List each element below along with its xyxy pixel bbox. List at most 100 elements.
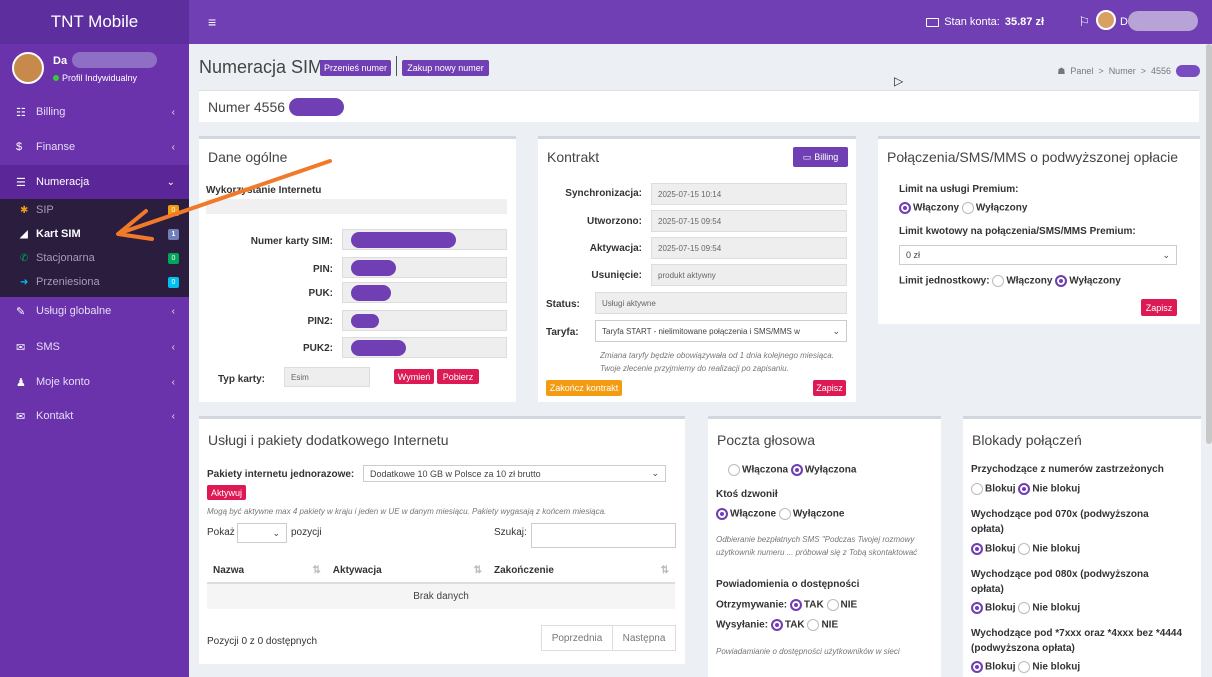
user-avatar[interactable] <box>1096 10 1116 30</box>
breadcrumb-panel[interactable]: Panel <box>1070 66 1093 76</box>
premium-services-box: Połączenia/SMS/MMS o podwyższonej opłaci… <box>878 136 1200 324</box>
radio-label: Nie blokuj <box>1032 483 1081 495</box>
wallet-icon <box>926 17 940 27</box>
radio-block[interactable] <box>971 602 983 614</box>
block-item-label: Wychodzące pod 070x (podwyższona opłata) <box>971 509 1149 535</box>
sidebar-subitem-stacjonarna[interactable]: ✆ Stacjonarna 0 <box>0 247 189 269</box>
search-input[interactable] <box>531 523 676 548</box>
replace-card-button[interactable]: Wymień <box>394 369 434 384</box>
mouse-cursor-icon: ▷ <box>894 74 904 88</box>
radio-off[interactable] <box>961 202 974 214</box>
account-balance[interactable]: Stan konta: 35.87 zł <box>926 16 1044 28</box>
sidebar-subitem-sip[interactable]: ✱ SIP 0 <box>0 199 189 221</box>
page-scrollbar[interactable] <box>1206 44 1212 444</box>
sim-number-label: Numer karty SIM: <box>250 236 333 247</box>
radio-noblock[interactable] <box>1018 543 1031 555</box>
pin2-field <box>342 310 507 331</box>
sidebar-item-kontakt[interactable]: ✉ Kontakt ‹ <box>0 399 189 433</box>
subitem-label: Przeniesiona <box>36 276 100 288</box>
radio-on[interactable] <box>992 275 1005 287</box>
user-panel: Da Profil Indywidualny <box>0 44 189 92</box>
prev-page-button[interactable]: Poprzednia <box>541 625 613 651</box>
menu-toggle-icon[interactable]: ≡ <box>208 14 216 30</box>
download-card-button[interactable]: Pobierz <box>437 369 479 384</box>
puk-field <box>342 282 507 303</box>
premium-limit-radios: Włączony Wyłączony <box>899 202 1027 214</box>
sidebar-subitem-kart-sim[interactable]: ◢ Kart SIM 1 <box>0 223 189 245</box>
sidebar-item-finanse[interactable]: $ Finanse ‹ <box>0 130 189 164</box>
sidebar-subitem-przeniesiona[interactable]: ➜ Przeniesiona 0 <box>0 271 189 293</box>
box-title: Poczta głosowa <box>717 432 816 448</box>
credit-card-icon: ▭ <box>802 151 812 162</box>
radio-label: Blokuj <box>985 661 1016 673</box>
radio-on[interactable] <box>899 202 911 214</box>
premium-amount-select[interactable]: 0 zł ⌄ <box>899 245 1177 265</box>
radio-noblock[interactable] <box>1018 483 1031 495</box>
next-page-button[interactable]: Następna <box>612 625 676 651</box>
count-badge: 1 <box>168 228 179 240</box>
radio-no[interactable] <box>826 599 839 611</box>
redacted-number <box>1176 65 1200 77</box>
column-header[interactable]: Aktywacja ⇅ <box>326 559 488 584</box>
brand-logo[interactable]: TNT Mobile <box>0 0 189 44</box>
sidebar-item-uslugi-globalne[interactable]: ✎ Usługi globalne ‹ <box>0 294 189 328</box>
number-header-box: Numer 4556 <box>199 90 1199 122</box>
radio-label: NIE <box>821 619 839 631</box>
radio-noblock[interactable] <box>1018 661 1031 673</box>
puk-label: PUK: <box>308 288 333 299</box>
radio-noblock[interactable] <box>1018 602 1031 614</box>
radio-on[interactable] <box>716 508 728 520</box>
box-title: Blokady połączeń <box>972 432 1082 448</box>
availability-note: Powiadamianie o dostępności użytkowników… <box>716 647 900 656</box>
radio-off[interactable] <box>790 464 803 476</box>
radio-block[interactable] <box>971 543 983 555</box>
save-contract-button[interactable]: Zapisz <box>813 380 846 396</box>
activate-package-button[interactable]: Aktywuj <box>207 485 246 500</box>
block-item-radios: Blokuj Nie blokuj <box>971 602 1080 614</box>
radio-yes[interactable] <box>770 619 783 631</box>
signal-icon: ◢ <box>20 228 28 240</box>
save-premium-button[interactable]: Zapisz <box>1141 299 1177 316</box>
radio-on[interactable] <box>728 464 740 476</box>
packages-select[interactable]: Dodatkowe 10 GB w Polsce za 10 zł brutto… <box>363 465 666 482</box>
redacted-number <box>289 98 344 116</box>
sync-label: Synchronizacja: <box>565 188 642 199</box>
packages-note: Mogą być aktywne max 4 pakiety w kraju i… <box>207 507 607 516</box>
end-contract-button[interactable]: Zakończ kontrakt <box>546 380 622 396</box>
missed-call-radios: Włączone Wyłączone <box>716 508 844 520</box>
redacted-value <box>351 285 391 301</box>
port-number-button[interactable]: Przenieś numer <box>320 60 391 76</box>
created-field: 2025-07-15 09:54 <box>651 210 847 232</box>
sidebar-item-billing[interactable]: ☷ Billing ‹ <box>0 95 189 129</box>
radio-label: TAK <box>784 619 805 631</box>
flag-icon[interactable]: ⚐ <box>1078 14 1090 30</box>
column-header[interactable]: Nazwa ⇅ <box>207 559 327 584</box>
count-badge: 0 <box>168 204 179 216</box>
radio-label: Wyłączony <box>975 202 1028 214</box>
avatar <box>12 52 44 84</box>
breadcrumb-numer[interactable]: Numer <box>1109 66 1136 76</box>
sidebar-item-sms[interactable]: ✉ SMS ‹ <box>0 330 189 364</box>
radio-block[interactable] <box>971 483 983 495</box>
pin-field <box>342 257 507 278</box>
block-item-label: Wychodzące pod *7xxx oraz *4xxx bez *444… <box>971 628 1183 654</box>
tariff-label: Taryfa: <box>546 327 579 338</box>
radio-label: Nie blokuj <box>1032 602 1081 614</box>
show-entries-suffix: pozycji <box>291 527 322 538</box>
radio-no[interactable] <box>807 619 820 631</box>
radio-off[interactable] <box>1055 275 1068 287</box>
sidebar-item-moje-konto[interactable]: ♟ Moje konto ‹ <box>0 365 189 399</box>
radio-off[interactable] <box>778 508 791 520</box>
sidebar-item-numeracja[interactable]: ☰ Numeracja ⌄ <box>0 165 189 199</box>
sidebar-item-label: Finanse <box>36 141 76 153</box>
tariff-select[interactable]: Taryfa START - nielimitowane połączenia … <box>595 320 847 342</box>
radio-block[interactable] <box>971 661 983 673</box>
radio-yes[interactable] <box>789 599 802 611</box>
billing-button[interactable]: ▭ Billing <box>793 147 848 167</box>
redacted-value <box>351 260 396 276</box>
column-header[interactable]: Zakończenie ⇅ <box>487 559 675 584</box>
receive-row: Otrzymywanie: TAK NIE <box>716 599 857 611</box>
main-content: Numeracja SIM Przenieś numer Zakup nowy … <box>189 44 1212 677</box>
page-size-select[interactable]: ⌄ <box>237 523 287 543</box>
buy-number-button[interactable]: Zakup nowy numer <box>402 60 489 76</box>
